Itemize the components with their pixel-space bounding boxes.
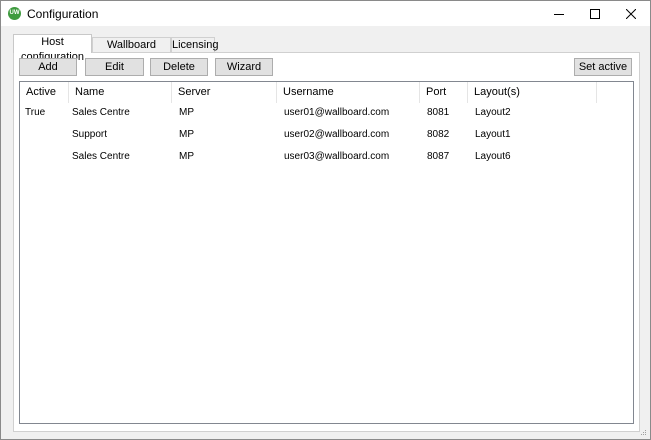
- maximize-button[interactable]: [577, 1, 613, 26]
- cell-name: Support: [72, 129, 108, 140]
- app-logo-icon: UW: [8, 7, 21, 20]
- column-header-active[interactable]: Active: [20, 82, 69, 103]
- cell-active: True: [25, 107, 46, 118]
- cell-server: MP: [179, 107, 194, 118]
- wizard-button[interactable]: Wizard: [215, 58, 273, 76]
- close-icon: [626, 8, 636, 19]
- tab-host-configuration[interactable]: Host configuration: [13, 34, 92, 63]
- title-bar[interactable]: UW Configuration: [1, 1, 650, 26]
- cell-name: Sales Centre: [72, 107, 130, 118]
- column-header-name[interactable]: Name: [69, 82, 172, 103]
- column-header-server[interactable]: Server: [172, 82, 277, 103]
- cell-port: 8082: [427, 129, 450, 140]
- edit-button[interactable]: Edit: [85, 58, 144, 76]
- cell-server: MP: [179, 129, 194, 140]
- table-row[interactable]: True Sales Centre MP user01@wallboard.co…: [20, 102, 633, 124]
- cell-username: user02@wallboard.com: [284, 129, 390, 140]
- minimize-icon: [554, 13, 564, 15]
- cell-layouts: Layout2: [475, 107, 511, 118]
- set-active-button[interactable]: Set active: [574, 58, 632, 76]
- cell-layouts: Layout1: [475, 129, 511, 140]
- window-title: Configuration: [27, 7, 99, 21]
- cell-port: 8087: [427, 151, 450, 162]
- host-list-table[interactable]: Active Name Server Username Port Layout(…: [19, 81, 634, 424]
- cell-username: user01@wallboard.com: [284, 107, 390, 118]
- cell-layouts: Layout6: [475, 151, 511, 162]
- table-row[interactable]: Support MP user02@wallboard.com 8082 Lay…: [20, 124, 633, 146]
- cell-username: user03@wallboard.com: [284, 151, 390, 162]
- configuration-window: UW Configuration Host configuration Wall…: [0, 0, 651, 440]
- table-row[interactable]: Sales Centre MP user03@wallboard.com 808…: [20, 146, 633, 168]
- resize-grip-icon[interactable]: [639, 428, 647, 436]
- tab-licensing[interactable]: Licensing: [171, 37, 218, 53]
- close-button[interactable]: [613, 1, 649, 26]
- column-header-username[interactable]: Username: [277, 82, 420, 103]
- delete-button[interactable]: Delete: [150, 58, 208, 76]
- cell-name: Sales Centre: [72, 151, 130, 162]
- add-button[interactable]: Add: [19, 58, 77, 76]
- cell-port: 8081: [427, 107, 450, 118]
- table-header: Active Name Server Username Port Layout(…: [20, 82, 633, 103]
- column-header-layouts[interactable]: Layout(s): [468, 82, 597, 103]
- column-header-port[interactable]: Port: [420, 82, 468, 103]
- tab-wallboard-layouts[interactable]: Wallboard Layouts: [92, 37, 171, 66]
- cell-server: MP: [179, 151, 194, 162]
- maximize-icon: [590, 8, 600, 19]
- minimize-button[interactable]: [541, 1, 577, 26]
